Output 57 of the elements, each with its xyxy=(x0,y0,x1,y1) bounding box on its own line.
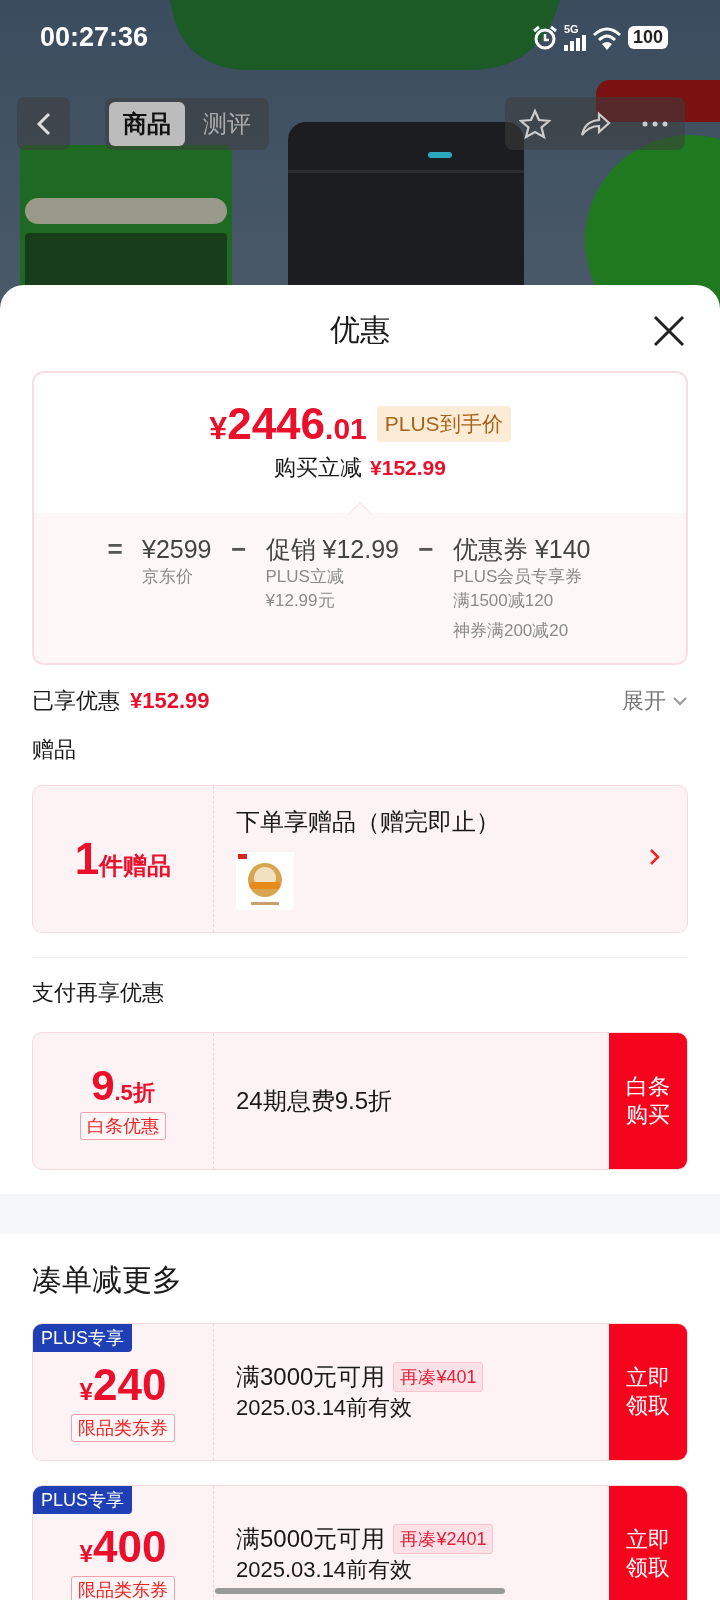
savings-label: 已享优惠 xyxy=(32,687,120,715)
discount-rate: 9.5折 xyxy=(91,1062,155,1110)
breakdown-amount: ¥2599 xyxy=(142,534,212,565)
back-button[interactable] xyxy=(17,97,70,150)
breakdown-note: 神券满200减20 xyxy=(452,620,570,642)
breakdown-note: PLUS立减 xyxy=(265,566,345,588)
close-icon xyxy=(652,314,686,348)
section-heading: 凑单减更多 xyxy=(32,1262,183,1298)
breakdown-note: PLUS会员专享券 xyxy=(452,566,584,588)
pay-button[interactable]: 白条购买 xyxy=(609,1033,687,1169)
network-label: 5G xyxy=(563,24,579,35)
operator-sign: − xyxy=(417,533,435,566)
expand-toggle[interactable]: 展开 xyxy=(622,686,688,716)
claim-button[interactable]: 立即领取 xyxy=(609,1486,687,1600)
operator-sign: − xyxy=(229,533,248,566)
wifi-icon xyxy=(591,25,622,50)
breakdown-amount: 促销 ¥12.99 xyxy=(265,534,399,565)
coupon-scope-tag: 限品类东券 xyxy=(71,1576,175,1600)
coupon-scope-tag: 限品类东券 xyxy=(71,1414,175,1442)
star-icon xyxy=(519,107,551,140)
savings-amount: ¥152.99 xyxy=(130,688,210,714)
plus-badge: PLUS专享 xyxy=(33,1486,133,1514)
price: ¥2446.01 xyxy=(209,399,367,449)
more-icon xyxy=(642,120,668,127)
plus-badge: PLUS专享 xyxy=(33,1324,133,1352)
breakdown-note: 京东价 xyxy=(142,566,194,588)
chevron-icon xyxy=(672,695,688,707)
coupon-amount: ¥240 xyxy=(79,1360,167,1410)
price-badge: PLUS到手价 xyxy=(376,406,511,442)
installment-offer: 24期息费9.5折 xyxy=(236,1086,394,1116)
breakdown-amount: 优惠券 ¥140 xyxy=(452,534,591,565)
coupon-amount: ¥400 xyxy=(79,1522,167,1572)
shortfall-tag: 再凑¥2401 xyxy=(393,1524,494,1554)
coupon-condition: 满5000元可用 xyxy=(236,1524,386,1554)
claim-button[interactable]: 立即领取 xyxy=(609,1324,687,1460)
operator-sign: = xyxy=(106,533,124,566)
breakdown-note: 满1500减120 xyxy=(452,590,555,612)
status-time: 00:27:36 xyxy=(40,22,149,53)
saving-amount: ¥152.99 xyxy=(370,456,446,480)
battery-level: 100 xyxy=(627,26,668,49)
saving-label: 购买立减 xyxy=(274,454,363,482)
coupon-condition: 满3000元可用 xyxy=(236,1362,386,1392)
sheet-title: 优惠 xyxy=(330,311,390,348)
section-heading: 支付再享优惠 xyxy=(32,979,165,1007)
section-heading: 赠品 xyxy=(32,736,77,764)
alarm-icon xyxy=(531,24,558,51)
signal-icon xyxy=(563,35,586,51)
tab[interactable]: 商品 xyxy=(109,101,185,146)
coupon-validity: 2025.03.14前有效 xyxy=(236,1556,414,1584)
gift-count: 1件赠品 xyxy=(74,834,172,884)
gift-title: 下单享赠品（赠完即止） xyxy=(236,807,501,837)
chevron-icon[interactable] xyxy=(649,848,661,866)
tab[interactable]: 测评 xyxy=(189,101,265,146)
discount-tag: 白条优惠 xyxy=(80,1112,166,1140)
coupon-validity: 2025.03.14前有效 xyxy=(236,1394,414,1422)
shortfall-tag: 再凑¥401 xyxy=(393,1362,484,1392)
breakdown-note: ¥12.99元 xyxy=(265,590,336,612)
